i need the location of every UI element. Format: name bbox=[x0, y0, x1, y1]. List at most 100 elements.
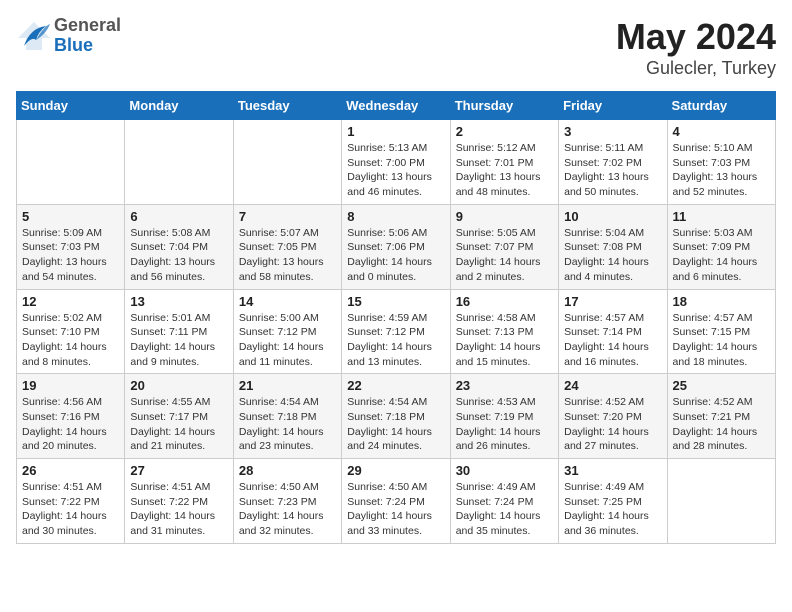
calendar-cell: 13 Sunrise: 5:01 AM Sunset: 7:11 PM Dayli… bbox=[125, 289, 233, 374]
day-number: 31 bbox=[564, 463, 661, 478]
day-info: Sunrise: 5:04 AM Sunset: 7:08 PM Dayligh… bbox=[564, 226, 661, 285]
calendar-cell: 12Sunrise: 5:02 AM Sunset: 7:10 PM Dayli… bbox=[17, 289, 125, 374]
day-number: 13 bbox=[130, 294, 227, 309]
calendar-cell: 27Sunrise: 4:51 AM Sunset: 7:22 PM Dayli… bbox=[125, 459, 233, 544]
day-number: 9 bbox=[456, 209, 553, 224]
calendar-cell: 5 Sunrise: 5:09 AM Sunset: 7:03 PM Daylig… bbox=[17, 204, 125, 289]
calendar-cell: 15Sunrise: 4:59 AM Sunset: 7:12 PM Dayli… bbox=[342, 289, 450, 374]
calendar-cell: 23 Sunrise: 4:53 AM Sunset: 7:19 PM Dayli… bbox=[450, 374, 558, 459]
day-number: 18 bbox=[673, 294, 770, 309]
day-number: 10 bbox=[564, 209, 661, 224]
calendar-cell: 18 Sunrise: 4:57 AM Sunset: 7:15 PM Dayli… bbox=[667, 289, 775, 374]
day-info: Sunrise: 4:57 AM Sunset: 7:15 PM Dayligh… bbox=[673, 311, 770, 370]
day-number: 4 bbox=[673, 124, 770, 139]
day-info: Sunrise: 4:58 AM Sunset: 7:13 PM Dayligh… bbox=[456, 311, 553, 370]
calendar-cell: 31Sunrise: 4:49 AM Sunset: 7:25 PM Dayli… bbox=[559, 459, 667, 544]
day-number: 22 bbox=[347, 378, 444, 393]
day-number: 30 bbox=[456, 463, 553, 478]
day-number: 2 bbox=[456, 124, 553, 139]
calendar-cell bbox=[125, 120, 233, 205]
day-number: 16 bbox=[456, 294, 553, 309]
weekday-header-thursday: Thursday bbox=[450, 92, 558, 120]
day-info: Sunrise: 4:52 AM Sunset: 7:20 PM Dayligh… bbox=[564, 395, 661, 454]
day-number: 1 bbox=[347, 124, 444, 139]
day-number: 8 bbox=[347, 209, 444, 224]
page-header: General Blue May 2024 Gulecler, Turkey bbox=[16, 16, 776, 79]
weekday-header-wednesday: Wednesday bbox=[342, 92, 450, 120]
calendar-cell: 6 Sunrise: 5:08 AM Sunset: 7:04 PM Daylig… bbox=[125, 204, 233, 289]
day-info: Sunrise: 5:09 AM Sunset: 7:03 PM Dayligh… bbox=[22, 226, 119, 285]
day-info: Sunrise: 5:03 AM Sunset: 7:09 PM Dayligh… bbox=[673, 226, 770, 285]
day-number: 20 bbox=[130, 378, 227, 393]
weekday-header-row: SundayMondayTuesdayWednesdayThursdayFrid… bbox=[17, 92, 776, 120]
calendar-cell: 4 Sunrise: 5:10 AM Sunset: 7:03 PM Daylig… bbox=[667, 120, 775, 205]
calendar-cell bbox=[17, 120, 125, 205]
day-info: Sunrise: 4:54 AM Sunset: 7:18 PM Dayligh… bbox=[239, 395, 336, 454]
day-number: 12 bbox=[22, 294, 119, 309]
day-info: Sunrise: 4:50 AM Sunset: 7:24 PM Dayligh… bbox=[347, 480, 444, 539]
calendar-cell: 2 Sunrise: 5:12 AM Sunset: 7:01 PM Daylig… bbox=[450, 120, 558, 205]
calendar-cell: 28Sunrise: 4:50 AM Sunset: 7:23 PM Dayli… bbox=[233, 459, 341, 544]
calendar-cell: 17 Sunrise: 4:57 AM Sunset: 7:14 PM Dayli… bbox=[559, 289, 667, 374]
calendar-cell: 21 Sunrise: 4:54 AM Sunset: 7:18 PM Dayli… bbox=[233, 374, 341, 459]
calendar-cell: 24 Sunrise: 4:52 AM Sunset: 7:20 PM Dayli… bbox=[559, 374, 667, 459]
calendar-cell: 30 Sunrise: 4:49 AM Sunset: 7:24 PM Dayli… bbox=[450, 459, 558, 544]
day-info: Sunrise: 4:51 AM Sunset: 7:22 PM Dayligh… bbox=[22, 480, 119, 539]
weekday-header-saturday: Saturday bbox=[667, 92, 775, 120]
day-number: 14 bbox=[239, 294, 336, 309]
day-number: 5 bbox=[22, 209, 119, 224]
day-number: 23 bbox=[456, 378, 553, 393]
day-number: 3 bbox=[564, 124, 661, 139]
title-block: May 2024 Gulecler, Turkey bbox=[616, 16, 776, 79]
day-info: Sunrise: 5:08 AM Sunset: 7:04 PM Dayligh… bbox=[130, 226, 227, 285]
day-info: Sunrise: 4:57 AM Sunset: 7:14 PM Dayligh… bbox=[564, 311, 661, 370]
week-row-2: 5 Sunrise: 5:09 AM Sunset: 7:03 PM Daylig… bbox=[17, 204, 776, 289]
day-info: Sunrise: 5:05 AM Sunset: 7:07 PM Dayligh… bbox=[456, 226, 553, 285]
week-row-3: 12Sunrise: 5:02 AM Sunset: 7:10 PM Dayli… bbox=[17, 289, 776, 374]
day-number: 24 bbox=[564, 378, 661, 393]
calendar-table: SundayMondayTuesdayWednesdayThursdayFrid… bbox=[16, 91, 776, 544]
day-info: Sunrise: 5:07 AM Sunset: 7:05 PM Dayligh… bbox=[239, 226, 336, 285]
calendar-cell bbox=[667, 459, 775, 544]
calendar-cell: 7Sunrise: 5:07 AM Sunset: 7:05 PM Daylig… bbox=[233, 204, 341, 289]
calendar-cell: 14Sunrise: 5:00 AM Sunset: 7:12 PM Dayli… bbox=[233, 289, 341, 374]
logo-blue: Blue bbox=[54, 36, 121, 56]
calendar-cell: 9 Sunrise: 5:05 AM Sunset: 7:07 PM Daylig… bbox=[450, 204, 558, 289]
day-info: Sunrise: 4:53 AM Sunset: 7:19 PM Dayligh… bbox=[456, 395, 553, 454]
day-number: 27 bbox=[130, 463, 227, 478]
calendar-cell: 10 Sunrise: 5:04 AM Sunset: 7:08 PM Dayli… bbox=[559, 204, 667, 289]
day-info: Sunrise: 4:59 AM Sunset: 7:12 PM Dayligh… bbox=[347, 311, 444, 370]
day-info: Sunrise: 5:12 AM Sunset: 7:01 PM Dayligh… bbox=[456, 141, 553, 200]
logo-general: General bbox=[54, 16, 121, 36]
day-info: Sunrise: 4:54 AM Sunset: 7:18 PM Dayligh… bbox=[347, 395, 444, 454]
day-number: 6 bbox=[130, 209, 227, 224]
weekday-header-sunday: Sunday bbox=[17, 92, 125, 120]
week-row-1: 1 Sunrise: 5:13 AM Sunset: 7:00 PM Daylig… bbox=[17, 120, 776, 205]
calendar-cell: 19Sunrise: 4:56 AM Sunset: 7:16 PM Dayli… bbox=[17, 374, 125, 459]
day-info: Sunrise: 4:52 AM Sunset: 7:21 PM Dayligh… bbox=[673, 395, 770, 454]
day-number: 26 bbox=[22, 463, 119, 478]
logo: General Blue bbox=[16, 16, 121, 56]
day-info: Sunrise: 5:11 AM Sunset: 7:02 PM Dayligh… bbox=[564, 141, 661, 200]
weekday-header-monday: Monday bbox=[125, 92, 233, 120]
day-info: Sunrise: 5:10 AM Sunset: 7:03 PM Dayligh… bbox=[673, 141, 770, 200]
day-number: 17 bbox=[564, 294, 661, 309]
logo-icon bbox=[16, 18, 52, 54]
day-info: Sunrise: 5:01 AM Sunset: 7:11 PM Dayligh… bbox=[130, 311, 227, 370]
calendar-cell: 26 Sunrise: 4:51 AM Sunset: 7:22 PM Dayli… bbox=[17, 459, 125, 544]
calendar-cell: 20Sunrise: 4:55 AM Sunset: 7:17 PM Dayli… bbox=[125, 374, 233, 459]
week-row-5: 26 Sunrise: 4:51 AM Sunset: 7:22 PM Dayli… bbox=[17, 459, 776, 544]
weekday-header-tuesday: Tuesday bbox=[233, 92, 341, 120]
weekday-header-friday: Friday bbox=[559, 92, 667, 120]
logo-text: General Blue bbox=[54, 16, 121, 56]
day-info: Sunrise: 4:49 AM Sunset: 7:24 PM Dayligh… bbox=[456, 480, 553, 539]
day-number: 19 bbox=[22, 378, 119, 393]
week-row-4: 19Sunrise: 4:56 AM Sunset: 7:16 PM Dayli… bbox=[17, 374, 776, 459]
day-number: 11 bbox=[673, 209, 770, 224]
day-info: Sunrise: 4:50 AM Sunset: 7:23 PM Dayligh… bbox=[239, 480, 336, 539]
calendar-cell: 11 Sunrise: 5:03 AM Sunset: 7:09 PM Dayli… bbox=[667, 204, 775, 289]
calendar-cell: 3 Sunrise: 5:11 AM Sunset: 7:02 PM Daylig… bbox=[559, 120, 667, 205]
day-number: 29 bbox=[347, 463, 444, 478]
day-info: Sunrise: 5:13 AM Sunset: 7:00 PM Dayligh… bbox=[347, 141, 444, 200]
day-number: 21 bbox=[239, 378, 336, 393]
